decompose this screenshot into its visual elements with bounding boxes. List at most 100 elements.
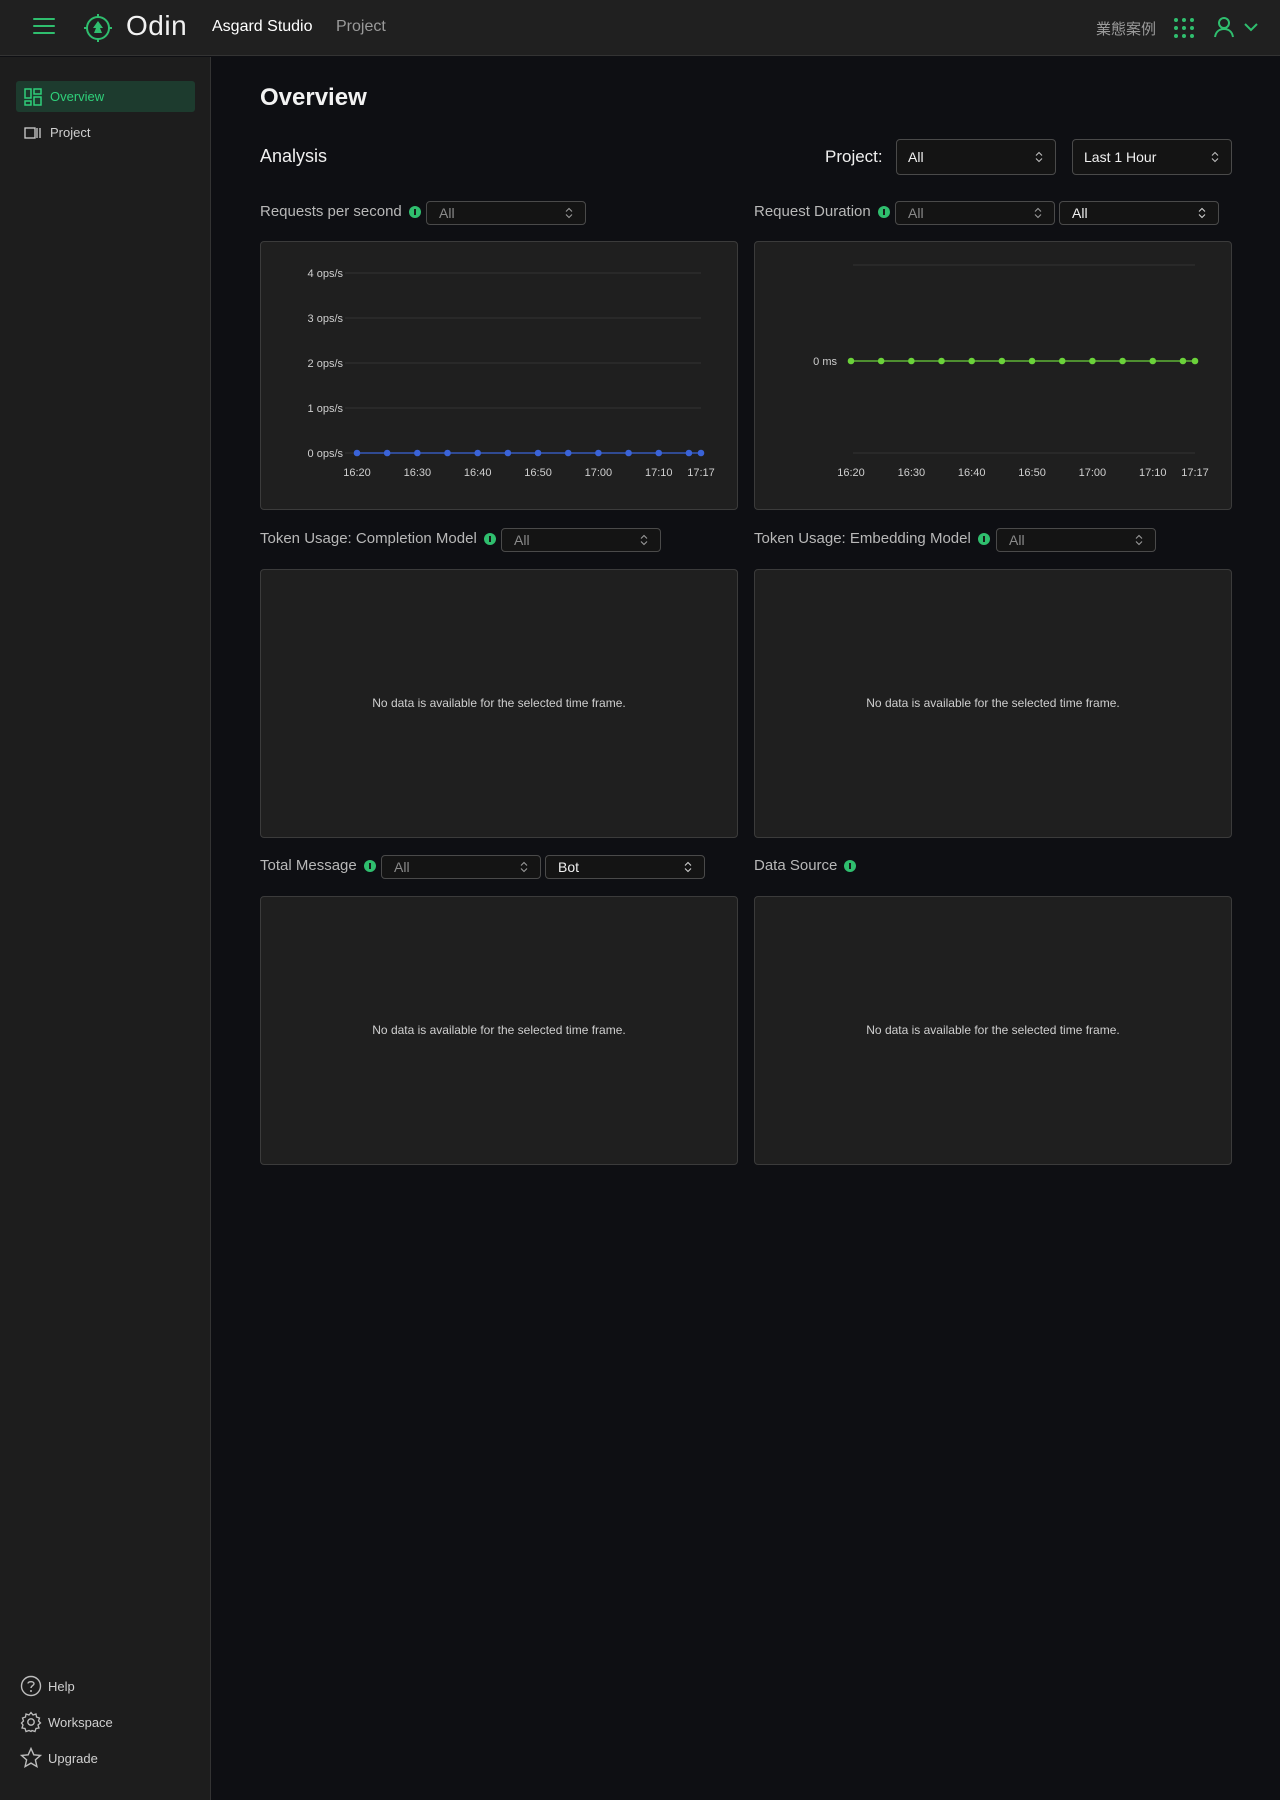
gear-icon: [20, 1711, 42, 1733]
updown-icon: [520, 861, 528, 873]
data-point: [968, 357, 976, 365]
total-message-card: No data is available for the selected ti…: [260, 896, 738, 1165]
rps-chart: 4 ops/s 3 ops/s 2 ops/s 1 ops/s 0 ops/s 16:20…: [308, 268, 715, 479]
project-select-value: All: [908, 149, 924, 165]
duration-select-1[interactable]: All: [895, 201, 1055, 225]
embedding-card: No data is available for the selected ti…: [754, 569, 1232, 838]
time-range-select[interactable]: Last 1 Hour: [1072, 139, 1232, 175]
sidebar-item-overview[interactable]: Overview: [16, 81, 195, 112]
rps-select[interactable]: All: [426, 201, 586, 225]
data-point: [564, 449, 572, 457]
star-icon: [20, 1747, 42, 1769]
project-select[interactable]: All: [896, 139, 1056, 175]
x-tick-label: 16:30: [898, 467, 926, 479]
sidebar-upgrade[interactable]: Upgrade: [20, 1747, 98, 1769]
sidebar-item-project[interactable]: Project: [16, 117, 195, 148]
total-message-title: Total Message: [260, 857, 376, 874]
x-tick-label: 16:20: [837, 467, 865, 479]
sidebar-item-label: Project: [50, 125, 91, 140]
info-icon[interactable]: [844, 859, 857, 872]
updown-icon: [684, 861, 692, 873]
data-point: [625, 449, 632, 457]
sidebar-help[interactable]: Help: [20, 1675, 75, 1697]
updown-icon: [1211, 151, 1219, 163]
data-point: [998, 357, 1006, 365]
info-icon[interactable]: [408, 205, 421, 218]
data-point: [938, 357, 945, 365]
page-title: Overview: [260, 84, 367, 111]
duration-title-text: Request Duration: [754, 203, 871, 220]
sidebar-workspace[interactable]: Workspace: [20, 1711, 113, 1733]
rps-select-value: All: [439, 205, 455, 221]
embedding-select[interactable]: All: [996, 528, 1156, 552]
chevron-down-icon[interactable]: [1243, 20, 1259, 34]
dashboard-icon: [24, 87, 42, 106]
help-icon: [20, 1675, 42, 1697]
completion-title: Token Usage: Completion Model: [260, 530, 496, 547]
duration-select-2[interactable]: All: [1059, 201, 1219, 225]
embedding-title-text: Token Usage: Embedding Model: [754, 530, 971, 547]
rps-title: Requests per second: [260, 203, 421, 220]
data-source-card: No data is available for the selected ti…: [754, 896, 1232, 1165]
info-icon[interactable]: [977, 532, 990, 545]
apps-grid-icon[interactable]: [1174, 18, 1194, 38]
nav-project[interactable]: Project: [336, 18, 386, 36]
data-point: [353, 449, 361, 457]
time-range-value: Last 1 Hour: [1084, 149, 1157, 165]
rps-chart-card: 4 ops/s 3 ops/s 2 ops/s 1 ops/s 0 ops/s 16:20…: [260, 241, 738, 510]
logo-icon[interactable]: [83, 13, 113, 43]
info-icon[interactable]: [483, 532, 496, 545]
y-tick-label: 0 ms: [813, 356, 837, 368]
info-icon[interactable]: [363, 859, 376, 872]
completion-card: No data is available for the selected ti…: [260, 569, 738, 838]
data-point: [655, 449, 663, 457]
completion-select-value: All: [514, 532, 530, 548]
data-source-title-text: Data Source: [754, 857, 838, 874]
data-point: [877, 357, 885, 365]
rps-title-text: Requests per second: [260, 203, 402, 220]
data-point: [697, 449, 705, 457]
updown-icon: [1035, 151, 1043, 163]
data-point: [1149, 357, 1157, 365]
total-message-select-1[interactable]: All: [381, 855, 541, 879]
workspace-label: Workspace: [48, 1714, 113, 1730]
updown-icon: [1034, 207, 1042, 219]
data-point: [504, 449, 512, 457]
data-point: [685, 449, 693, 457]
sidebar-item-label: Overview: [50, 89, 105, 104]
data-source-title: Data Source: [754, 857, 857, 874]
x-tick-label: 17:17: [687, 467, 715, 479]
data-point: [595, 449, 602, 457]
data-point: [1191, 357, 1199, 365]
data-point: [383, 449, 391, 457]
completion-select[interactable]: All: [501, 528, 661, 552]
x-tick-label: 17:00: [585, 467, 613, 479]
x-tick-label: 17:17: [1181, 467, 1209, 479]
nav-asgard-studio[interactable]: Asgard Studio: [212, 18, 313, 36]
data-point: [1028, 357, 1036, 365]
upgrade-label: Upgrade: [48, 1750, 98, 1766]
x-tick-label: 17:00: [1079, 467, 1107, 479]
menu-icon[interactable]: [33, 18, 55, 38]
y-tick-label: 2 ops/s: [308, 358, 344, 370]
total-message-select-1-value: All: [394, 859, 410, 875]
duration-chart-card: 0 ms 16:20 16:30 16:40 16:50 17:00 17:10 17:17: [754, 241, 1232, 510]
sidebar: Overview Project Help Workspace Upgrade: [0, 57, 211, 1800]
empty-state-text: No data is available for the selected ti…: [866, 696, 1120, 710]
total-message-select-2[interactable]: Bot: [545, 855, 705, 879]
x-tick-label: 16:50: [1018, 467, 1046, 479]
duration-select-1-value: All: [908, 205, 924, 221]
project-filter-label: Project:: [825, 147, 883, 166]
analysis-title: Analysis: [260, 146, 328, 166]
x-tick-label: 16:20: [343, 467, 371, 479]
data-point: [534, 449, 542, 457]
data-point: [1119, 357, 1126, 365]
user-icon[interactable]: [1213, 16, 1235, 38]
cases-link[interactable]: 業態案例: [1096, 18, 1156, 39]
info-icon[interactable]: [877, 205, 890, 218]
main-content: Overview Analysis Project: All Last 1 Ho…: [212, 57, 1280, 1800]
updown-icon: [1135, 534, 1143, 546]
updown-icon: [565, 207, 573, 219]
data-point: [847, 357, 855, 365]
x-tick-label: 16:40: [464, 467, 492, 479]
